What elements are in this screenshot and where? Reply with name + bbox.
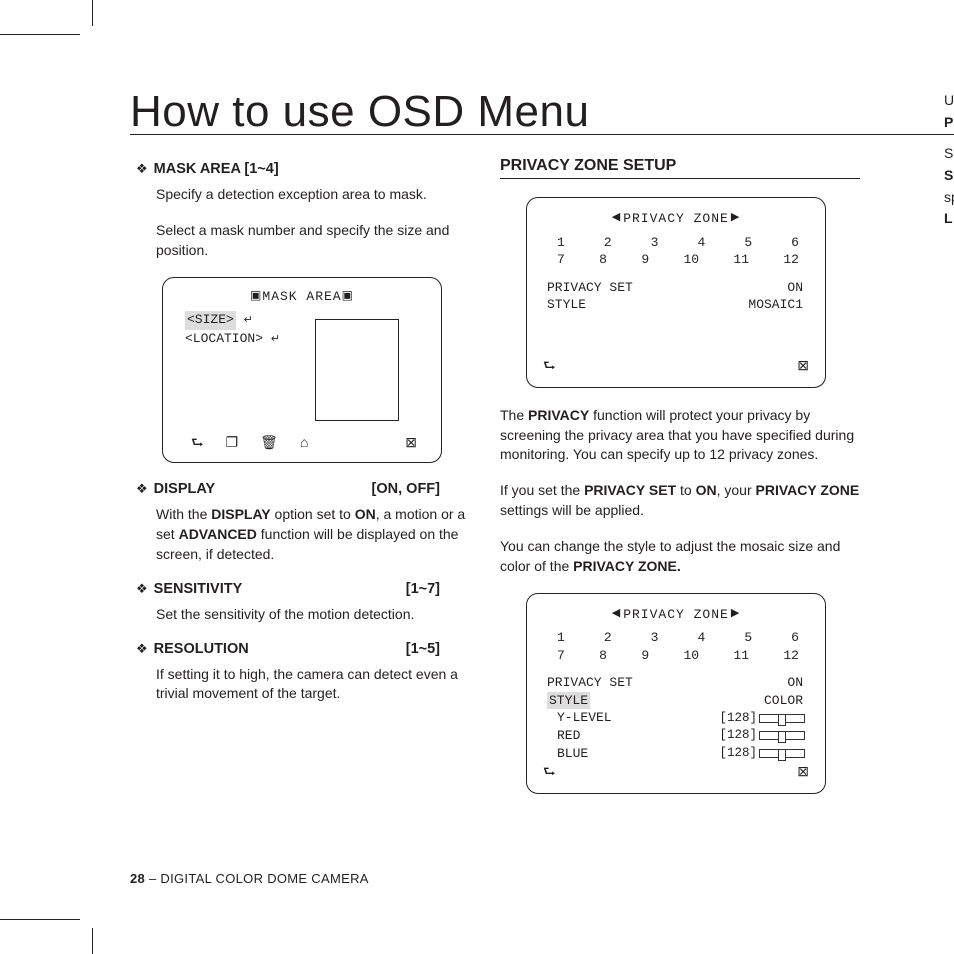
- blue-row: BLUE [128]: [543, 745, 809, 763]
- diamond-bullet-icon: ❖: [136, 641, 148, 657]
- cutoff-text: sp: [944, 187, 954, 209]
- close-icon: ⊠: [405, 433, 417, 452]
- footer-text: DIGITAL COLOR DOME CAMERA: [160, 871, 368, 886]
- sensitivity-heading: ❖ SENSITIVITY [1~7]: [130, 581, 470, 597]
- slider-icon: [759, 731, 805, 740]
- style-row-2: STYLE COLOR: [543, 692, 809, 710]
- display-value: [ON, OFF]: [372, 481, 470, 497]
- privacy-osd2-title-row: ◀ PRIVACY ZONE ▶: [543, 606, 809, 624]
- two-column-layout: ❖ MASK AREA [1~4] Specify a detection ex…: [130, 157, 954, 812]
- zone-numbers2-row-b: 789101112: [543, 647, 809, 665]
- enter-icon: ↵: [271, 334, 280, 346]
- privacy-osd2-bottom-bar: ⮑ ⊠: [543, 762, 809, 781]
- resolution-text: If setting it to high, the camera can de…: [156, 665, 470, 705]
- right-column: PRIVACY ZONE SETUP ◀ PRIVACY ZONE ▶ 1 2 …: [500, 157, 860, 812]
- close-icon: ⊠: [797, 762, 809, 781]
- diamond-bullet-icon: ❖: [136, 481, 148, 497]
- cutoff-text: S: [944, 165, 954, 187]
- cutoff-text: U: [944, 90, 954, 112]
- slider-icon: [759, 749, 805, 758]
- close-icon: ⊠: [797, 356, 809, 375]
- slider-icon: [759, 714, 805, 723]
- mask-size-label: <SIZE>: [185, 311, 236, 330]
- resolution-label: RESOLUTION: [154, 641, 249, 657]
- sensitivity-value: [1~7]: [406, 581, 470, 597]
- home-icon: ⌂: [300, 433, 308, 452]
- privacy-set-row: PRIVACY SET ON: [543, 279, 809, 297]
- return-icon: ⮑: [543, 356, 556, 375]
- return-icon: ⮑: [543, 762, 556, 781]
- enter-icon: ↵: [244, 315, 253, 327]
- privacy-osd-title-row: ◀ PRIVACY ZONE ▶: [543, 210, 809, 228]
- zone-numbers-row-a: 1 2 3 4 5 6: [543, 234, 809, 252]
- trash-icon: 🗑: [260, 433, 278, 452]
- mask-area-text-1: Specify a detection exception area to ma…: [156, 185, 470, 205]
- display-heading: ❖ DISPLAY [ON, OFF]: [130, 481, 470, 497]
- zone-numbers-row-b: 7 8 9 10 11 12: [543, 251, 809, 269]
- sensitivity-text: Set the sensitivity of the motion detect…: [156, 605, 470, 625]
- triangle-left-icon: ◀: [610, 211, 623, 226]
- privacy-paragraph-2: If you set the PRIVACY SET to ON, your P…: [500, 481, 860, 521]
- mask-osd-bottom-bar: ⮑ ❐ 🗑 ⌂ ⊠: [177, 433, 427, 456]
- style-label-shaded: STYLE: [547, 692, 590, 710]
- privacy-osd-title: PRIVACY ZONE: [623, 210, 729, 228]
- display-label: DISPLAY: [154, 481, 216, 497]
- y-level-row: Y-LEVEL [128]: [543, 709, 809, 727]
- cutoff-text: P: [944, 112, 954, 134]
- mask-area-osd-box: ▣ MASK AREA ▣ <SIZE> ↵ <LOCATION> ↵: [162, 277, 442, 463]
- mask-preview-rect: [315, 319, 399, 421]
- cutoff-text: S: [944, 143, 954, 165]
- triangle-right-icon: ▶: [729, 607, 742, 622]
- triangle-right-icon: ▶: [729, 211, 742, 226]
- privacy-osd-box-1: ◀ PRIVACY ZONE ▶ 1 2 3 4 5 6 7 8 9: [526, 197, 826, 388]
- privacy-paragraph-1: The PRIVACY function will protect your p…: [500, 406, 860, 466]
- diamond-bullet-icon: ❖: [136, 161, 148, 177]
- page-number: 28: [130, 871, 145, 886]
- mask-size-label-row: <SIZE> ↵: [185, 311, 280, 330]
- zone-numbers2-row-a: 123456: [543, 629, 809, 647]
- page-footer: 28 – DIGITAL COLOR DOME CAMERA: [130, 871, 369, 886]
- privacy-osd-bottom-bar: ⮑ ⊠: [543, 356, 809, 375]
- mask-area-heading: ❖ MASK AREA [1~4]: [130, 161, 470, 177]
- left-column: ❖ MASK AREA [1~4] Specify a detection ex…: [130, 157, 470, 812]
- style-row: STYLE MOSAIC1: [543, 296, 809, 314]
- mask-area-label: MASK AREA [1~4]: [154, 161, 279, 177]
- resolution-heading: ❖ RESOLUTION [1~5]: [130, 641, 470, 657]
- square-stop-icon: ▣: [342, 290, 354, 302]
- display-text: With the DISPLAY option set to ON, a mot…: [156, 505, 470, 565]
- resolution-value: [1~5]: [406, 641, 470, 657]
- page-content: How to use OSD Menu ❖ MASK AREA [1~4] Sp…: [130, 90, 954, 812]
- privacy-osd2-title: PRIVACY ZONE: [623, 606, 729, 624]
- privacy-set-row-2: PRIVACY SET ON: [543, 674, 809, 692]
- sensitivity-label: SENSITIVITY: [154, 581, 243, 597]
- mask-location-label-row: <LOCATION> ↵: [185, 330, 280, 349]
- mask-location-label: <LOCATION>: [185, 331, 263, 346]
- privacy-osd-box-2: ◀ PRIVACY ZONE ▶ 123456 789101112 PRIVAC…: [526, 593, 826, 794]
- page-icon: ❐: [226, 433, 239, 452]
- cutoff-column: U P S S sp L: [944, 90, 954, 230]
- red-row: RED [128]: [543, 727, 809, 745]
- privacy-paragraph-3: You can change the style to adjust the m…: [500, 537, 860, 577]
- cutoff-text: L: [944, 208, 954, 230]
- privacy-section-heading: PRIVACY ZONE SETUP: [500, 157, 860, 179]
- page-title: How to use OSD Menu: [130, 90, 954, 135]
- mask-area-text-2: Select a mask number and specify the siz…: [156, 221, 470, 261]
- mask-osd-title-row: ▣ MASK AREA ▣: [177, 288, 427, 306]
- triangle-left-icon: ◀: [610, 607, 623, 622]
- mask-osd-title: MASK AREA: [262, 288, 341, 306]
- return-icon: ⮑: [191, 433, 204, 452]
- diamond-bullet-icon: ❖: [136, 581, 148, 597]
- square-stop-icon: ▣: [250, 290, 262, 302]
